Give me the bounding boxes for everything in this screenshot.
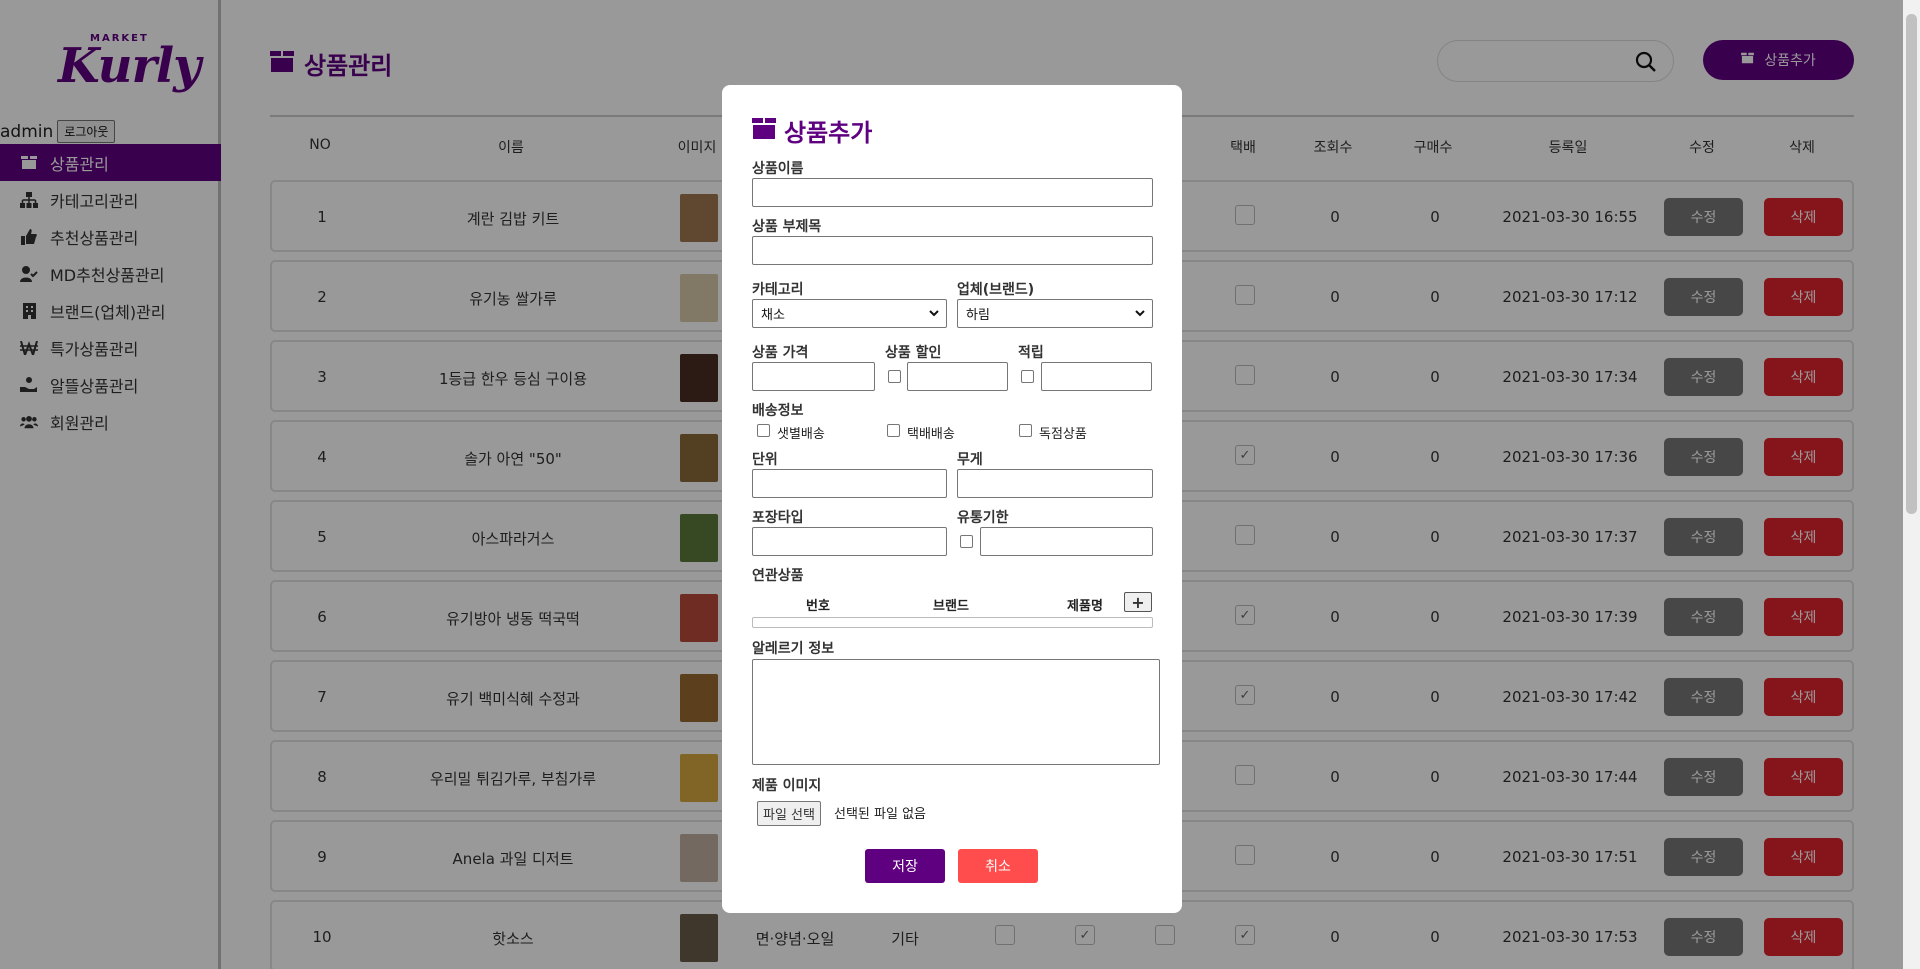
category-label: 카테고리 [752, 282, 804, 298]
brand-value: 하림 [966, 308, 990, 323]
related-col-brand: 브랜드 [933, 599, 969, 614]
packaging-label: 포장타입 [752, 510, 804, 526]
modal-title: 상품추가 [752, 113, 872, 148]
scrollbar-thumb[interactable] [1906, 14, 1917, 514]
allergy-textarea[interactable] [752, 659, 1160, 765]
allergy-label: 알레르기 정보 [752, 641, 835, 657]
discount-checkbox[interactable] [888, 370, 901, 383]
dawn-delivery-label: 샛별배송 [777, 427, 825, 442]
expiry-input[interactable] [980, 527, 1153, 556]
expiry-checkbox[interactable] [960, 535, 973, 548]
shipping-label: 배송정보 [752, 403, 804, 419]
packaging-input[interactable] [752, 527, 947, 556]
parcel-delivery-checkbox[interactable] [887, 424, 900, 437]
name-label: 상품이름 [752, 161, 804, 177]
chevron-down-icon [1134, 306, 1146, 324]
discount-label: 상품 할인 [885, 345, 942, 361]
product-subtitle-input[interactable] [752, 236, 1153, 265]
unit-input[interactable] [752, 469, 947, 498]
weight-label: 무게 [957, 452, 983, 468]
unit-label: 단위 [752, 452, 778, 468]
add-product-modal: 상품추가 상품이름 상품 부제목 카테고리 채소 업체(브랜드) 하림 상품 가… [722, 85, 1182, 913]
product-name-input[interactable] [752, 178, 1153, 207]
chevron-down-icon [928, 306, 940, 324]
modal-title-text: 상품추가 [784, 119, 873, 147]
brand-label: 업체(브랜드) [957, 282, 1035, 298]
add-related-button[interactable]: + [1124, 592, 1152, 612]
cancel-button[interactable]: 취소 [958, 849, 1038, 883]
expiry-label: 유통기한 [957, 510, 1009, 526]
save-button[interactable]: 저장 [865, 849, 945, 883]
subtitle-label: 상품 부제목 [752, 219, 822, 235]
price-label: 상품 가격 [752, 345, 809, 361]
related-label: 연관상품 [752, 568, 804, 584]
category-value: 채소 [761, 308, 785, 323]
dawn-delivery-checkbox[interactable] [757, 424, 770, 437]
image-label: 제품 이미지 [752, 778, 822, 794]
exclusive-checkbox[interactable] [1019, 424, 1032, 437]
file-select-button[interactable]: 파일 선택 [757, 801, 821, 826]
related-col-product: 제품명 [1067, 599, 1103, 614]
box-icon [752, 117, 776, 145]
weight-input[interactable] [957, 469, 1153, 498]
points-checkbox[interactable] [1021, 370, 1034, 383]
exclusive-label: 독점상품 [1039, 427, 1087, 442]
brand-select[interactable]: 하림 [957, 299, 1153, 328]
parcel-delivery-label: 택배배송 [907, 427, 955, 442]
related-col-no: 번호 [806, 599, 830, 614]
page-scrollbar[interactable] [1903, 0, 1920, 969]
category-select[interactable]: 채소 [752, 299, 947, 328]
related-product-select[interactable] [752, 617, 1153, 628]
discount-input[interactable] [907, 362, 1008, 391]
price-input[interactable] [752, 362, 875, 391]
points-input[interactable] [1041, 362, 1152, 391]
file-status: 선택된 파일 없음 [834, 807, 926, 822]
points-label: 적립 [1018, 345, 1044, 361]
